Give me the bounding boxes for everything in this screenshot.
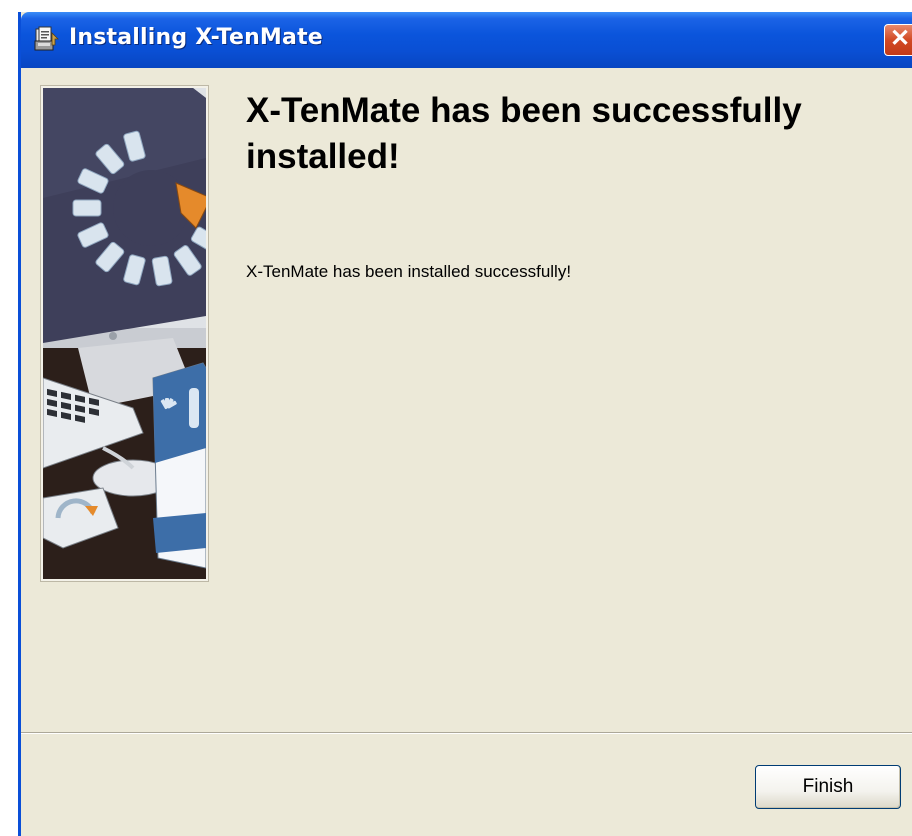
window-title: Installing X-TenMate bbox=[69, 25, 323, 50]
installer-window: Installing X-TenMate ✕ X-TenMate has bee… bbox=[18, 12, 912, 836]
footer-divider bbox=[21, 732, 912, 734]
close-button[interactable]: ✕ bbox=[884, 24, 912, 56]
close-icon: ✕ bbox=[889, 25, 911, 52]
finish-button[interactable]: Finish bbox=[755, 765, 901, 809]
installer-icon bbox=[33, 25, 61, 53]
success-message: X-TenMate has been installed successfull… bbox=[246, 262, 572, 281]
success-heading: X-TenMate has been successfully installe… bbox=[246, 91, 802, 176]
installer-illustration bbox=[41, 86, 208, 581]
title-bar[interactable]: Installing X-TenMate ✕ bbox=[21, 12, 912, 68]
